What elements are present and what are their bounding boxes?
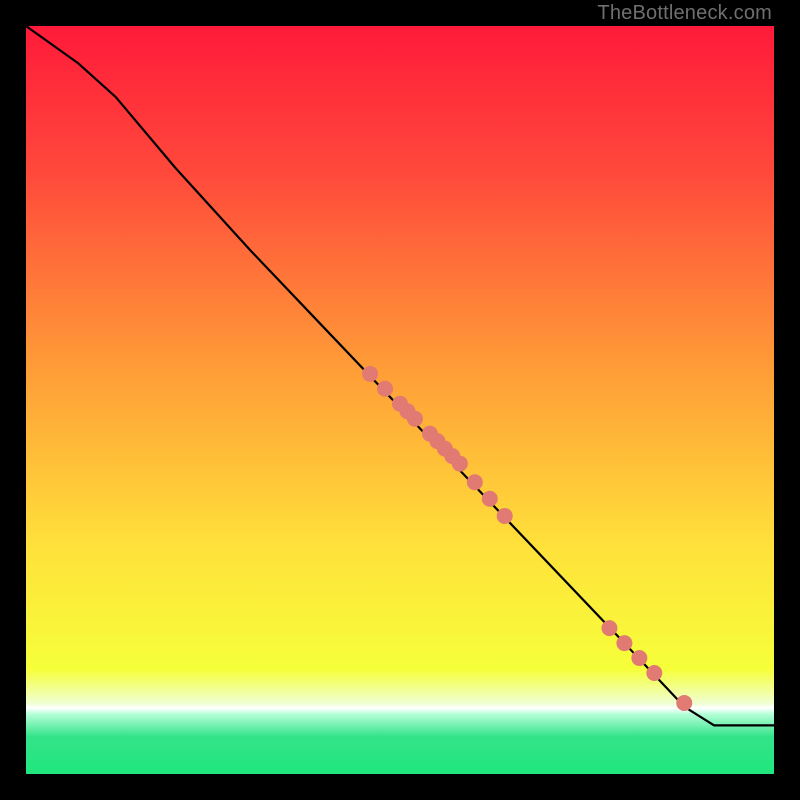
data-marker	[452, 456, 468, 472]
data-marker	[482, 491, 498, 507]
data-marker	[631, 650, 647, 666]
watermark-text: TheBottleneck.com	[597, 2, 772, 25]
data-marker	[646, 665, 662, 681]
data-marker	[676, 695, 692, 711]
data-marker	[497, 508, 513, 524]
data-marker	[616, 635, 632, 651]
plot-area	[26, 26, 774, 774]
data-marker	[601, 620, 617, 636]
data-marker	[377, 381, 393, 397]
curve-line	[26, 26, 774, 725]
data-marker	[362, 366, 378, 382]
chart-stage: TheBottleneck.com	[0, 0, 800, 800]
plot-svg	[26, 26, 774, 774]
data-marker	[467, 474, 483, 490]
data-marker	[407, 411, 423, 427]
